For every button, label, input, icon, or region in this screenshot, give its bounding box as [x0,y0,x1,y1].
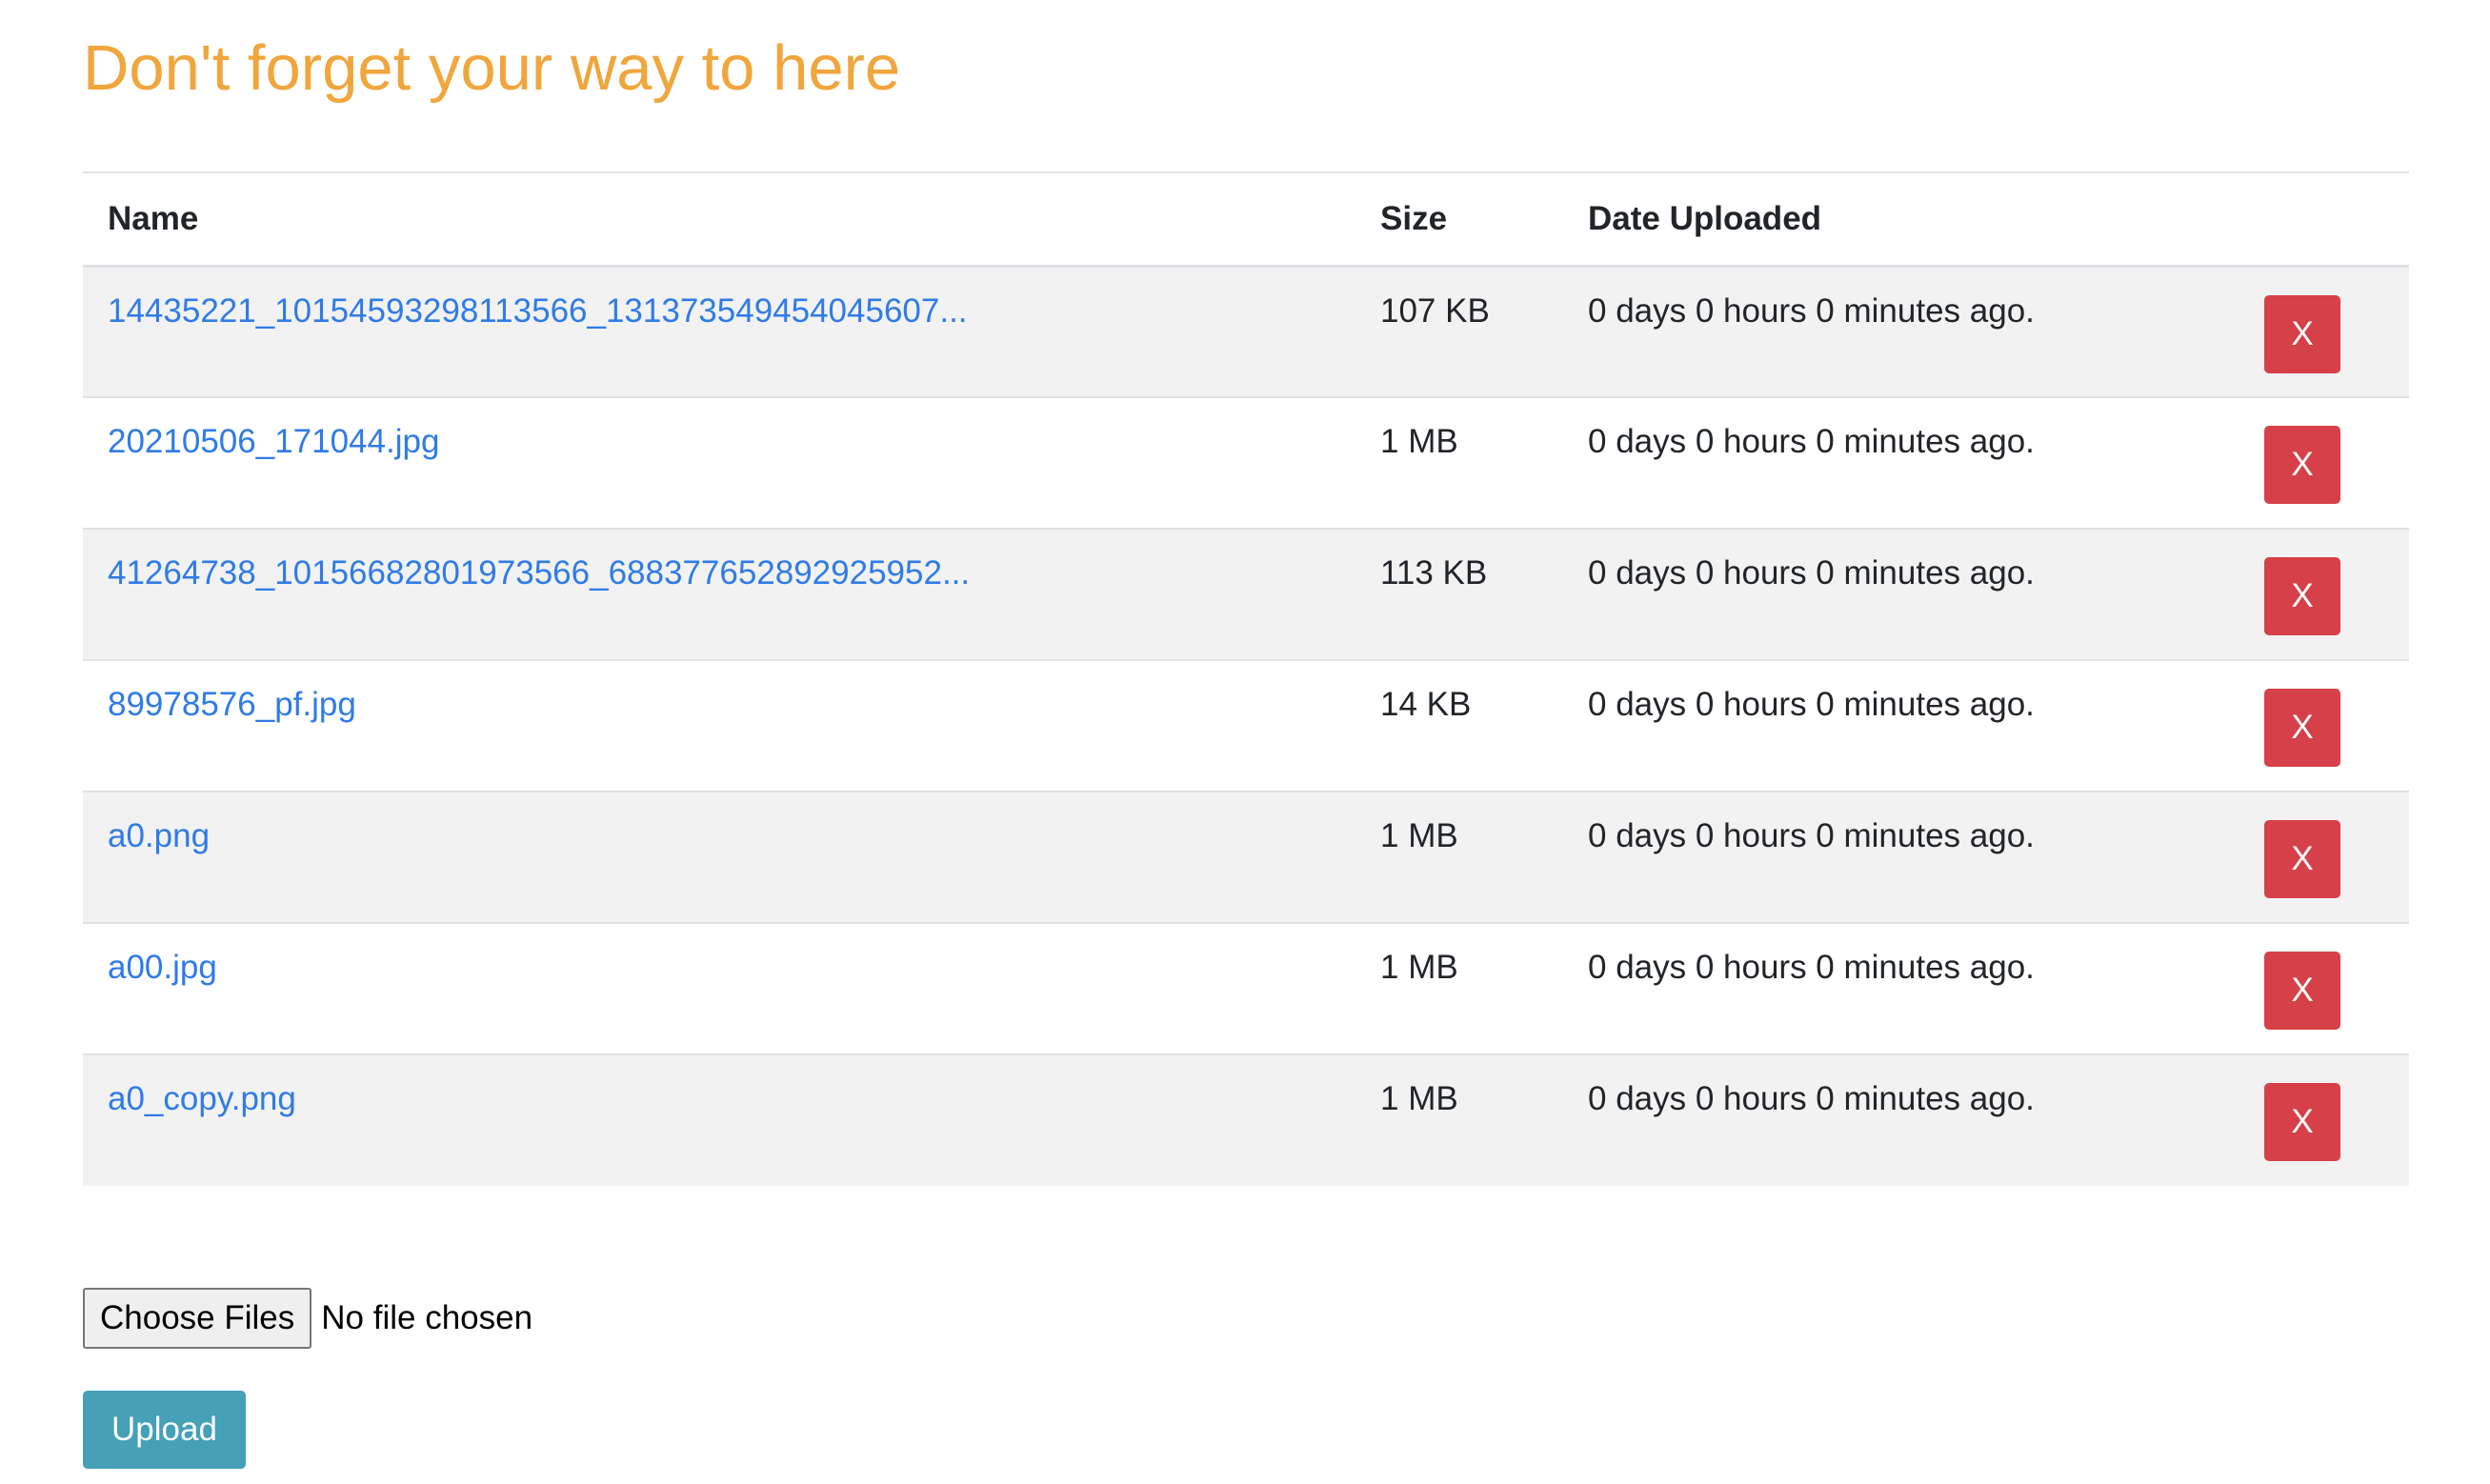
action-cell: X [2264,529,2409,660]
file-link[interactable]: a0_copy.png [108,1080,296,1117]
file-link[interactable]: 89978576_pf.jpg [108,686,356,723]
file-link[interactable]: a00.jpg [108,949,217,986]
file-name-cell: a0.png [83,792,1355,923]
file-date-cell: 0 days 0 hours 0 minutes ago. [1588,291,2035,330]
file-size-cell: 113 KB [1380,554,1488,592]
action-cell: X [2264,1054,2409,1186]
delete-button[interactable]: X [2264,294,2340,373]
table-row: 41264738_10156682801973566_6883776528929… [83,529,2409,660]
column-header-date: Date Uploaded [1588,199,1822,237]
delete-button[interactable]: X [2264,820,2340,898]
column-header-size: Size [1380,199,1448,237]
upload-button[interactable]: Upload [83,1391,246,1469]
column-header-name: Name [108,199,199,237]
file-input[interactable]: Choose Files No file chosen [83,1288,532,1349]
file-link[interactable]: 20210506_171044.jpg [108,423,439,460]
file-size-cell: 1 MB [1380,949,1458,986]
file-date-cell: 0 days 0 hours 0 minutes ago. [1588,423,2035,460]
delete-button[interactable]: X [2264,426,2340,504]
choose-files-button[interactable]: Choose Files [83,1288,312,1349]
action-cell: X [2264,660,2409,792]
file-date-cell: 0 days 0 hours 0 minutes ago. [1588,554,2035,592]
file-link[interactable]: a0.png [108,817,210,854]
file-size-cell: 14 KB [1380,686,1472,723]
table-row: 14435221_10154593298113566_1313735494540… [83,266,2409,397]
column-header-action [2264,172,2409,266]
file-date-cell: 0 days 0 hours 0 minutes ago. [1588,949,2035,986]
file-size-cell: 107 KB [1380,291,1490,330]
table-row: a0.png 1 MB 0 days 0 hours 0 minutes ago… [83,792,2409,923]
action-cell: X [2264,792,2409,923]
header-row: Name Size Date Uploaded [83,172,2409,266]
table-row: a0_copy.png 1 MB 0 days 0 hours 0 minute… [83,1054,2409,1186]
delete-button[interactable]: X [2264,952,2340,1030]
file-size-cell: 1 MB [1380,1080,1458,1117]
file-name-cell: 20210506_171044.jpg [83,397,1355,529]
file-table: Name Size Date Uploaded 14435221_1015459… [83,171,2409,1186]
action-cell: X [2264,266,2409,397]
file-link[interactable]: 14435221_10154593298113566_1313735494540… [108,292,968,330]
table-row: 20210506_171044.jpg 1 MB 0 days 0 hours … [83,397,2409,529]
file-date-cell: 0 days 0 hours 0 minutes ago. [1588,686,2035,723]
delete-button[interactable]: X [2264,1083,2340,1161]
table-body: 14435221_10154593298113566_1313735494540… [83,266,2409,1186]
upload-form: Choose Files No file chosen Upload [83,1288,532,1469]
action-cell: X [2264,923,2409,1054]
page-title: Don't forget your way to here [83,32,901,104]
table-header: Name Size Date Uploaded [83,172,2409,266]
file-size-cell: 1 MB [1380,817,1458,854]
file-status-text: No file chosen [321,1299,533,1336]
file-date-cell: 0 days 0 hours 0 minutes ago. [1588,817,2035,854]
file-name-cell: a00.jpg [83,923,1355,1054]
file-name-cell: 41264738_10156682801973566_6883776528929… [83,529,1355,660]
table-row: a00.jpg 1 MB 0 days 0 hours 0 minutes ag… [83,923,2409,1054]
file-link[interactable]: 41264738_10156682801973566_6883776528929… [108,554,970,592]
delete-button[interactable]: X [2264,689,2340,767]
file-name-cell: 14435221_10154593298113566_1313735494540… [83,266,1355,397]
file-date-cell: 0 days 0 hours 0 minutes ago. [1588,1080,2035,1117]
table-row: 89978576_pf.jpg 14 KB 0 days 0 hours 0 m… [83,660,2409,792]
file-name-cell: a0_copy.png [83,1054,1355,1186]
delete-button[interactable]: X [2264,557,2340,635]
page-container: Don't forget your way to here Name Size … [83,0,2409,1469]
file-name-cell: 89978576_pf.jpg [83,660,1355,792]
action-cell: X [2264,397,2409,529]
file-size-cell: 1 MB [1380,423,1458,460]
